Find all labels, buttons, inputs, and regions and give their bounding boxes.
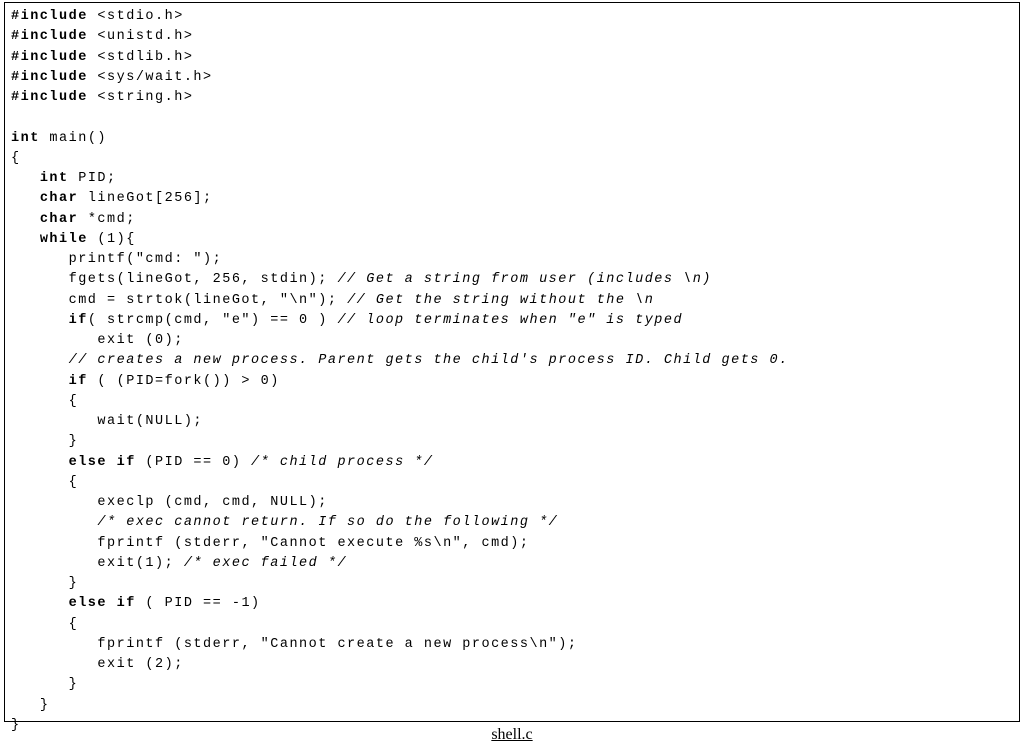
code-text	[11, 110, 21, 125]
code-line: else if ( PID == -1)	[11, 594, 1013, 614]
code-line: }	[11, 675, 1013, 695]
code-text: execlp (cmd, cmd, NULL);	[97, 495, 327, 510]
code-line: }	[11, 432, 1013, 452]
code-line: exit (2);	[11, 655, 1013, 675]
code-text: fgets(lineGot, 256, stdin);	[69, 272, 338, 287]
code-text: main()	[40, 131, 107, 146]
code-text: exit (2);	[97, 657, 183, 672]
code-text: wait(NULL);	[97, 414, 203, 429]
code-line: cmd = strtok(lineGot, "\n"); // Get the …	[11, 291, 1013, 311]
code-text: {	[69, 617, 79, 632]
code-line: }	[11, 574, 1013, 594]
code-keyword: int	[11, 131, 40, 146]
code-line	[11, 108, 1013, 128]
code-line: wait(NULL);	[11, 412, 1013, 432]
code-keyword: else if	[69, 596, 136, 611]
code-line: fgets(lineGot, 256, stdin); // Get a str…	[11, 270, 1013, 290]
code-line: /* exec cannot return. If so do the foll…	[11, 513, 1013, 533]
code-text: <stdlib.h>	[88, 50, 194, 65]
code-keyword: if	[69, 313, 88, 328]
code-line: #include <stdlib.h>	[11, 48, 1013, 68]
code-keyword: #include	[11, 9, 88, 24]
listing-caption: shell.c	[0, 726, 1024, 744]
code-comment: // loop terminates when "e" is typed	[337, 313, 683, 328]
code-line: int main()	[11, 129, 1013, 149]
code-text: fprintf (stderr, "Cannot execute %s\n", …	[97, 536, 529, 551]
code-line: fprintf (stderr, "Cannot create a new pr…	[11, 635, 1013, 655]
code-text: <stdio.h>	[88, 9, 184, 24]
code-keyword: while	[40, 232, 88, 247]
code-text: fprintf (stderr, "Cannot create a new pr…	[97, 637, 577, 652]
code-line: fprintf (stderr, "Cannot execute %s\n", …	[11, 534, 1013, 554]
code-line: exit (0);	[11, 331, 1013, 351]
code-keyword: #include	[11, 90, 88, 105]
code-text: ( (PID=fork()) > 0)	[88, 374, 280, 389]
code-text: exit(1);	[97, 556, 183, 571]
code-keyword: else if	[69, 455, 136, 470]
code-text: {	[69, 475, 79, 490]
code-text: <string.h>	[88, 90, 194, 105]
code-line: #include <sys/wait.h>	[11, 68, 1013, 88]
code-line: if ( (PID=fork()) > 0)	[11, 372, 1013, 392]
code-line: {	[11, 615, 1013, 635]
code-text: lineGot[256];	[78, 191, 212, 206]
code-keyword: char	[40, 212, 78, 227]
code-line: exit(1); /* exec failed */	[11, 554, 1013, 574]
code-keyword: #include	[11, 50, 88, 65]
code-line: char lineGot[256];	[11, 189, 1013, 209]
code-comment: // Get the string without the \n	[347, 293, 654, 308]
code-text: {	[69, 394, 79, 409]
code-text: }	[40, 698, 50, 713]
code-text: PID;	[69, 171, 117, 186]
code-line: #include <string.h>	[11, 88, 1013, 108]
code-text: (1){	[88, 232, 136, 247]
code-text: ( PID == -1)	[136, 596, 261, 611]
code-line: char *cmd;	[11, 210, 1013, 230]
code-keyword: char	[40, 191, 78, 206]
code-comment: /* child process */	[251, 455, 433, 470]
code-keyword: #include	[11, 70, 88, 85]
code-line: {	[11, 149, 1013, 169]
code-line: {	[11, 473, 1013, 493]
code-keyword: if	[69, 374, 88, 389]
code-comment: // creates a new process. Parent gets th…	[69, 353, 789, 368]
code-comment: /* exec failed */	[184, 556, 347, 571]
code-comment: // Get a string from user (includes \n)	[337, 272, 711, 287]
code-keyword: #include	[11, 29, 88, 44]
code-text: ( strcmp(cmd, "e") == 0 )	[88, 313, 338, 328]
code-keyword: int	[40, 171, 69, 186]
code-text: }	[69, 677, 79, 692]
code-line: #include <unistd.h>	[11, 27, 1013, 47]
code-line: if( strcmp(cmd, "e") == 0 ) // loop term…	[11, 311, 1013, 331]
code-text: *cmd;	[78, 212, 136, 227]
code-line: printf("cmd: ");	[11, 250, 1013, 270]
code-text: <sys/wait.h>	[88, 70, 213, 85]
code-line: // creates a new process. Parent gets th…	[11, 351, 1013, 371]
code-text: <unistd.h>	[88, 29, 194, 44]
code-text: }	[69, 434, 79, 449]
code-line: {	[11, 392, 1013, 412]
code-text: {	[11, 151, 21, 166]
code-text: }	[69, 576, 79, 591]
code-comment: /* exec cannot return. If so do the foll…	[97, 515, 558, 530]
code-line: }	[11, 696, 1013, 716]
code-text: exit (0);	[97, 333, 183, 348]
code-line: int PID;	[11, 169, 1013, 189]
code-text: (PID == 0)	[136, 455, 251, 470]
code-listing-frame: #include <stdio.h>#include <unistd.h>#in…	[4, 2, 1020, 722]
code-line: #include <stdio.h>	[11, 7, 1013, 27]
code-text: printf("cmd: ");	[69, 252, 223, 267]
code-text: }	[11, 718, 21, 733]
code-line: else if (PID == 0) /* child process */	[11, 453, 1013, 473]
code-line: while (1){	[11, 230, 1013, 250]
code-container: #include <stdio.h>#include <unistd.h>#in…	[11, 7, 1013, 736]
code-line: execlp (cmd, cmd, NULL);	[11, 493, 1013, 513]
code-text: cmd = strtok(lineGot, "\n");	[69, 293, 347, 308]
